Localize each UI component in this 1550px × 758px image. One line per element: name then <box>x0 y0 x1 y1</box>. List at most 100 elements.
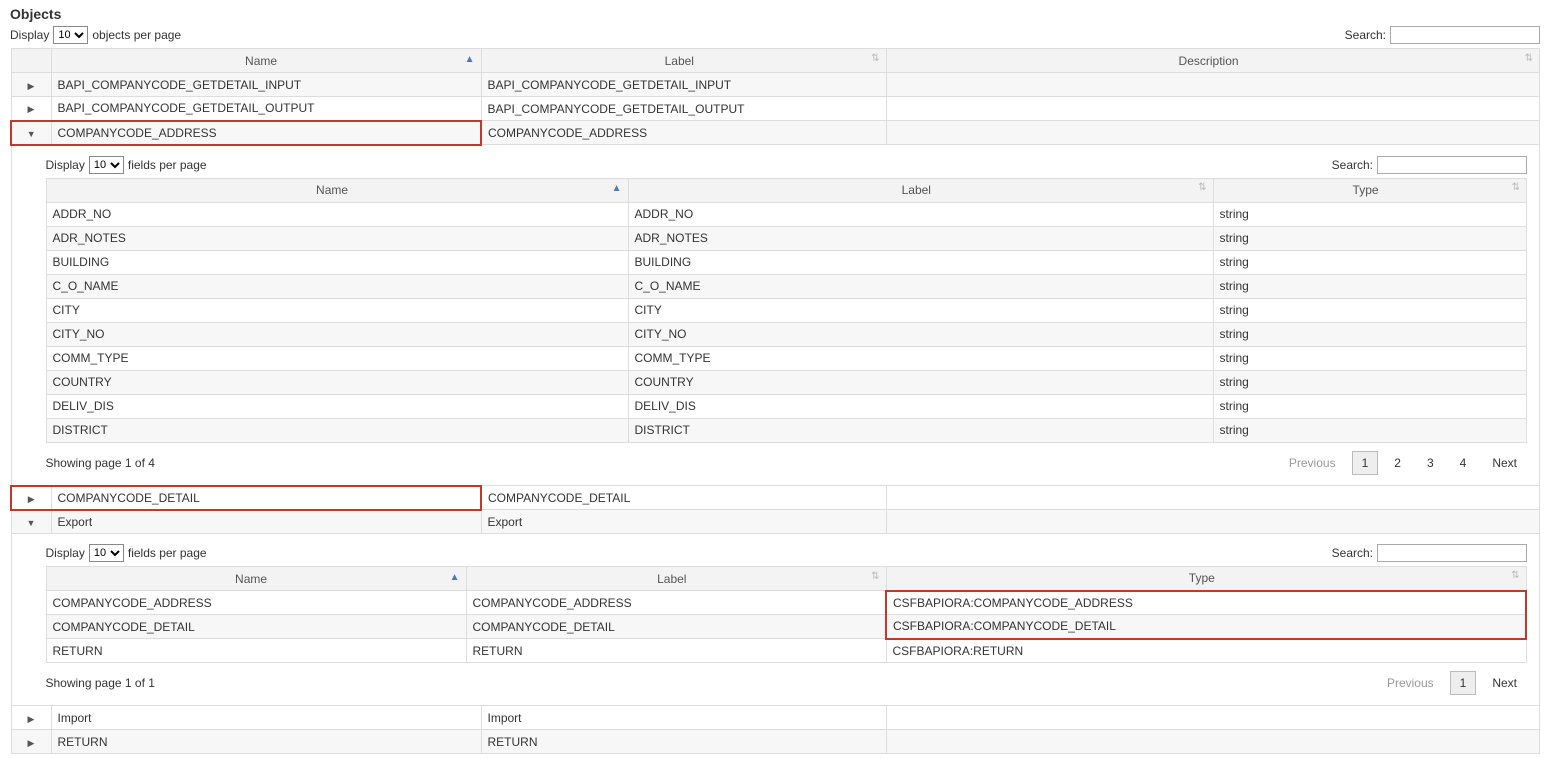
chevron-icon <box>28 711 35 725</box>
pager-next[interactable]: Next <box>1482 671 1527 695</box>
table-row: COMPANYCODE_ADDRESS COMPANYCODE_ADDRESS <box>11 121 1540 145</box>
cell-name: Import <box>51 706 481 730</box>
cell-name: RETURN <box>51 730 481 754</box>
table-row: BAPI_COMPANYCODE_GETDETAIL_OUTPUT BAPI_C… <box>11 97 1540 121</box>
col-type[interactable]: Type⇅ <box>1213 178 1527 202</box>
cell-label: COMPANYCODE_ADDRESS <box>466 591 886 615</box>
table-row: ADR_NOTESADR_NOTESstring <box>46 226 1527 250</box>
sort-icon: ⇅ <box>1512 183 1520 193</box>
cell-description <box>886 730 1540 754</box>
col-label[interactable]: Label⇅ <box>466 567 886 591</box>
outer-length-control: Display 10 objects per page <box>10 26 181 44</box>
display-suffix: objects per page <box>92 28 181 42</box>
expanded-row: Display 10 fields per page Search: Name▲… <box>11 534 1540 706</box>
cell-name: COMPANYCODE_DETAIL <box>46 615 466 639</box>
pager-page[interactable]: 1 <box>1450 671 1477 695</box>
inner-search-input[interactable] <box>1377 156 1527 174</box>
cell-name: C_O_NAME <box>46 274 628 298</box>
search-label: Search: <box>1332 546 1373 560</box>
col-type[interactable]: Type⇅ <box>886 567 1526 591</box>
inner-table: Name▲ Label⇅ Type⇅ ADDR_NOADDR_NOstringA… <box>46 178 1528 443</box>
col-name[interactable]: Name▲ <box>51 49 481 73</box>
chevron-icon <box>27 126 36 140</box>
chevron-icon <box>28 735 35 749</box>
cell-label: Export <box>481 510 886 534</box>
pager-page[interactable]: 4 <box>1450 451 1477 475</box>
table-row: CITYCITYstring <box>46 298 1527 322</box>
cell-label: DISTRICT <box>628 418 1213 442</box>
expand-toggle[interactable] <box>11 486 51 510</box>
cell-label: COMPANYCODE_ADDRESS <box>481 121 886 145</box>
expand-toggle[interactable] <box>11 706 51 730</box>
pager-next[interactable]: Next <box>1482 451 1527 475</box>
page-title: Objects <box>10 6 1540 22</box>
cell-name: COMPANYCODE_DETAIL <box>51 486 481 510</box>
table-row: RETURN RETURN <box>11 730 1540 754</box>
cell-name: DELIV_DIS <box>46 394 628 418</box>
cell-type: string <box>1213 370 1527 394</box>
table-row: ADDR_NOADDR_NOstring <box>46 202 1527 226</box>
cell-name: BUILDING <box>46 250 628 274</box>
cell-name: COUNTRY <box>46 370 628 394</box>
cell-description <box>886 97 1540 121</box>
cell-description <box>886 510 1540 534</box>
cell-type: string <box>1213 346 1527 370</box>
cell-type: CSFBAPIORA:COMPANYCODE_ADDRESS <box>886 591 1526 615</box>
inner-search-input[interactable] <box>1377 544 1527 562</box>
inner-page-length-select[interactable]: 10 <box>89 544 124 562</box>
cell-description <box>886 486 1540 510</box>
cell-name: Export <box>51 510 481 534</box>
col-label[interactable]: Label⇅ <box>628 178 1213 202</box>
table-row: COMPANYCODE_ADDRESSCOMPANYCODE_ADDRESSCS… <box>46 591 1526 615</box>
sort-icon: ⇅ <box>871 572 879 582</box>
pager-prev[interactable]: Previous <box>1279 451 1346 475</box>
inner-page-length-select[interactable]: 10 <box>89 156 124 174</box>
cell-name: CITY <box>46 298 628 322</box>
expand-toggle[interactable] <box>11 73 51 97</box>
cell-label: COMPANYCODE_DETAIL <box>481 486 886 510</box>
table-row: COMPANYCODE_DETAIL COMPANYCODE_DETAIL <box>11 486 1540 510</box>
expand-toggle[interactable] <box>11 97 51 121</box>
chevron-icon <box>28 78 35 92</box>
table-row: DELIV_DISDELIV_DISstring <box>46 394 1527 418</box>
pager-prev[interactable]: Previous <box>1377 671 1444 695</box>
display-prefix: Display <box>10 28 49 42</box>
expand-toggle[interactable] <box>11 510 51 534</box>
sort-asc-icon: ▲ <box>612 183 622 194</box>
expand-toggle[interactable] <box>11 730 51 754</box>
cell-type: string <box>1213 418 1527 442</box>
pager-page[interactable]: 3 <box>1417 451 1444 475</box>
sort-icon: ⇅ <box>871 54 879 64</box>
cell-label: DELIV_DIS <box>628 394 1213 418</box>
pager: Previous1Next <box>1377 671 1527 695</box>
cell-name: COMPANYCODE_ADDRESS <box>51 121 481 145</box>
cell-label: ADR_NOTES <box>628 226 1213 250</box>
display-suffix: fields per page <box>128 546 207 560</box>
cell-name: DISTRICT <box>46 418 628 442</box>
outer-page-length-select[interactable]: 10 <box>53 26 88 44</box>
cell-type: string <box>1213 322 1527 346</box>
pager-page[interactable]: 2 <box>1384 451 1411 475</box>
cell-label: RETURN <box>481 730 886 754</box>
table-row: COMPANYCODE_DETAILCOMPANYCODE_DETAILCSFB… <box>46 615 1526 639</box>
sort-icon: ⇅ <box>1525 54 1533 64</box>
expand-toggle[interactable] <box>11 121 51 145</box>
cell-label: RETURN <box>466 639 886 663</box>
col-label[interactable]: Label⇅ <box>481 49 886 73</box>
cell-name: COMPANYCODE_ADDRESS <box>46 591 466 615</box>
pager-page[interactable]: 1 <box>1352 451 1379 475</box>
table-row: COUNTRYCOUNTRYstring <box>46 370 1527 394</box>
outer-search-input[interactable] <box>1390 26 1540 44</box>
cell-label: COUNTRY <box>628 370 1213 394</box>
cell-type: CSFBAPIORA:RETURN <box>886 639 1526 663</box>
cell-type: string <box>1213 298 1527 322</box>
cell-label: CITY_NO <box>628 322 1213 346</box>
table-row: CITY_NOCITY_NOstring <box>46 322 1527 346</box>
sort-asc-icon: ▲ <box>465 54 475 65</box>
col-description[interactable]: Description⇅ <box>886 49 1540 73</box>
search-label: Search: <box>1332 158 1373 172</box>
col-name[interactable]: Name▲ <box>46 567 466 591</box>
col-name[interactable]: Name▲ <box>46 178 628 202</box>
sort-icon: ⇅ <box>1511 571 1519 581</box>
chevron-icon <box>27 515 36 529</box>
